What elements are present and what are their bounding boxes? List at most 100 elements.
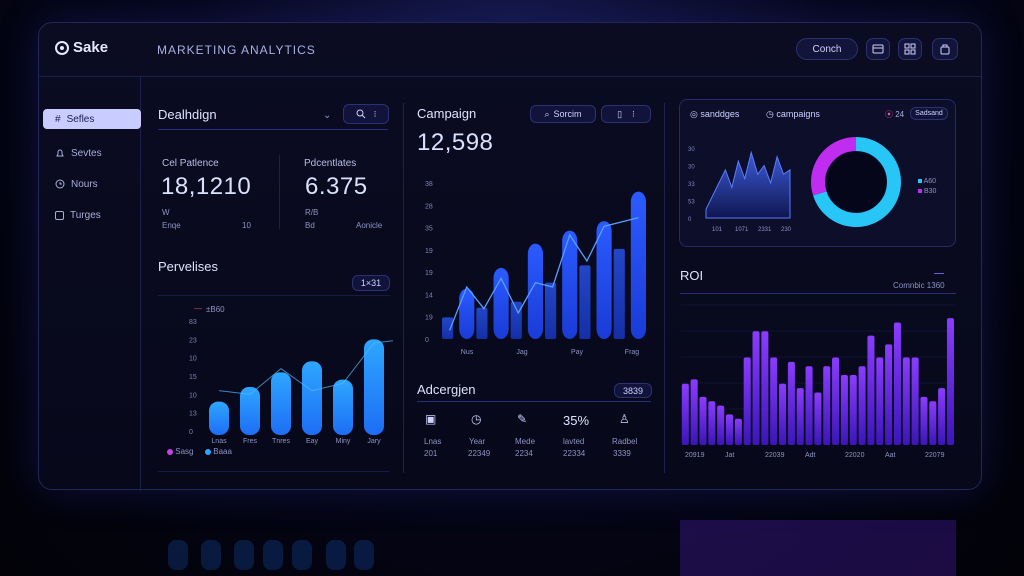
x-tick-label: Frag [625,349,640,356]
app-logo[interactable]: Sake [55,39,108,56]
item-value: 22334 [563,449,586,458]
pervelises-badge[interactable]: 1×31 [352,275,390,291]
sidebar: # Sefles Sevtes Nours Turges [39,77,141,491]
reflection-bar [263,540,283,570]
campaign-value: 12,598 [417,129,494,156]
bar [459,288,475,339]
pervelises-chart: 0131015102383LnasFresTnresEayMinyJaryIls… [189,319,393,445]
y-tick-label: 19 [425,248,433,255]
area-chart: 0 53 33 30 30 101 1071 2331 230 [688,147,792,233]
stat-sub: Aonicle [356,221,383,230]
x-tick-label: Pay [571,349,584,356]
stat-sub: R/B [305,208,319,217]
bar [840,375,848,445]
campaign-filter[interactable]: ▯ ⁝ [601,105,651,123]
sidebar-item-sevtes[interactable]: Sevtes [43,143,141,163]
legend-label: B30 [923,188,937,195]
y-tick-label: 10 [189,356,197,363]
bar [938,388,946,445]
sidebar-item-nours[interactable]: Nours [43,174,141,194]
reflection-bar [292,540,312,570]
collapse-icon[interactable] [934,273,944,274]
item-value: 201 [424,449,438,458]
bell-icon [56,149,64,157]
coach-button[interactable]: Conch [796,38,858,60]
bar [858,366,866,445]
top-bar: Sake MARKETING ANALYTICS Conch [39,23,981,77]
image-icon: ▣ [425,412,437,426]
y-tick-label: 10 [189,392,197,399]
sidebar-item-sefles[interactable]: # Sefles [43,109,141,129]
donut-chart [811,137,901,227]
reflection-bar [354,540,374,570]
x-tick-label: 22020 [845,452,865,459]
bar [681,383,689,445]
item-label: Mede [515,437,536,446]
stat-sub: Bd [305,221,315,230]
reflection-art [168,520,956,576]
location-pill[interactable]: ⦿ 24 [885,109,904,120]
x-tick-label: Jat [725,452,734,459]
roi-caption: Comnbic 1360 [893,281,945,290]
legend-inline-label: ±B60 [206,305,225,314]
percent-value: 35% [563,413,590,428]
bar [743,357,751,445]
app-window: Sake MARKETING ANALYTICS Conch # Sefles … [38,22,982,491]
x-tick-label: Lnas [211,438,227,445]
bag-button[interactable] [932,38,958,60]
search-icon: ⌕ [544,108,550,119]
floor-reflection [38,496,982,576]
chevron-down-icon[interactable]: ⌄ [323,110,331,121]
legend-label: Sasg [175,447,194,456]
divider [664,103,665,473]
divider [279,155,280,229]
stat-value: 6.375 [305,173,368,200]
x-tick-label: 2331 [758,227,772,233]
bar [893,322,901,445]
grid-icon [904,43,916,55]
y-tick-label: 19 [425,315,433,322]
y-tick-label: 28 [425,203,433,210]
tab-campaigns[interactable]: ◷ campaigns [766,109,820,120]
adcergjen-badge[interactable]: 3839 [614,383,652,398]
x-tick-label: Jary [367,438,381,445]
bar [699,396,707,445]
legend-item: A60 [918,178,936,185]
card-button[interactable] [866,38,890,60]
bar [209,401,229,435]
pen-icon: ✎ [517,412,528,426]
y-tick-label: 15 [189,374,197,381]
bar [761,331,769,445]
bar [823,366,831,445]
campaign-search[interactable]: ⌕ Sorcim [530,105,596,123]
logo-text: Sake [73,39,109,56]
summary-badge[interactable]: Sadsand [910,107,948,120]
divider [417,401,651,402]
tab-sanddges[interactable]: ◎ sanddges [690,109,739,120]
stat-sub: W [162,208,170,217]
stat-label: Pdcentlates [304,158,357,169]
page-title: MARKETING ANALYTICS [157,43,316,57]
reflection-bar [234,540,254,570]
x-tick-label: Tnres [272,438,290,445]
roi-title: ROI [680,268,704,283]
bar [752,331,760,445]
bar [849,375,857,445]
sidebar-item-label: Nours [71,178,98,190]
bar [805,366,813,445]
grid-button[interactable] [898,38,922,60]
bar [832,357,840,445]
dealdesign-search-button[interactable]: ⁝ [343,104,389,124]
stat-value: 18,1210 [161,173,252,200]
clock-icon: ◷ [766,109,774,119]
badge-label: 1×31 [360,278,382,288]
bar [476,307,488,339]
bar [271,372,291,435]
x-tick-label: 101 [712,227,723,233]
legend-swatch [918,189,922,193]
sidebar-item-turges[interactable]: Turges [43,205,141,225]
grid-icon [55,210,64,220]
bar [876,357,884,445]
item-label: Radbel [612,437,638,446]
legend-swatch [918,179,922,183]
